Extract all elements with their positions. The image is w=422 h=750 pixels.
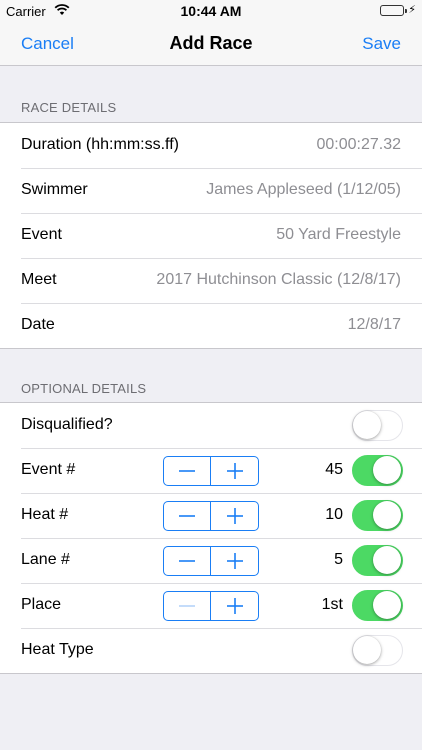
swimmer-label: Swimmer <box>21 181 88 198</box>
heat-number-increment-button[interactable] <box>211 502 258 530</box>
minus-icon <box>179 560 195 562</box>
duration-value: 00:00:27.32 <box>316 136 401 153</box>
lane-number-stepper <box>163 546 259 576</box>
disqualified-label: Disqualified? <box>21 416 113 433</box>
place-switch[interactable] <box>352 590 403 621</box>
event-number-switch[interactable] <box>352 455 403 486</box>
event-number-row: Event # 45 <box>0 448 422 493</box>
plus-icon <box>226 508 243 524</box>
navigation-bar: Cancel Add Race Save <box>0 22 422 66</box>
disqualified-switch[interactable] <box>352 410 403 441</box>
lane-number-decrement-button[interactable] <box>164 547 211 575</box>
event-number-label: Event # <box>21 461 76 478</box>
heat-number-switch[interactable] <box>352 500 403 531</box>
battery-icon <box>380 5 407 16</box>
race-details-header: RACE DETAILS <box>21 100 117 115</box>
heat-type-row: Heat Type <box>0 628 422 673</box>
save-button[interactable]: Save <box>362 34 401 54</box>
place-label: Place <box>21 596 62 613</box>
plus-icon <box>226 463 243 479</box>
switch-knob <box>373 546 401 574</box>
duration-row[interactable]: Duration (hh:mm:ss.ff) 00:00:27.32 <box>0 123 422 168</box>
plus-icon <box>226 598 243 614</box>
duration-label: Duration (hh:mm:ss.ff) <box>21 136 179 153</box>
lane-number-row: Lane # 5 <box>0 538 422 583</box>
place-row: Place 1st <box>0 583 422 628</box>
disqualified-row: Disqualified? <box>0 403 422 448</box>
plus-icon <box>226 553 243 569</box>
place-decrement-button[interactable] <box>164 592 211 620</box>
heat-type-label: Heat Type <box>21 641 94 658</box>
date-row[interactable]: Date 12/8/17 <box>0 303 422 348</box>
date-value: 12/8/17 <box>347 316 401 333</box>
meet-row[interactable]: Meet 2017 Hutchinson Classic (12/8/17) <box>0 258 422 303</box>
minus-icon <box>179 605 195 607</box>
heat-type-switch[interactable] <box>352 635 403 666</box>
place-value: 1st <box>321 596 343 613</box>
event-number-stepper <box>163 456 259 486</box>
swimmer-row[interactable]: Swimmer James Appleseed (1/12/05) <box>0 168 422 213</box>
lane-number-increment-button[interactable] <box>211 547 258 575</box>
event-number-increment-button[interactable] <box>211 457 258 485</box>
event-row[interactable]: Event 50 Yard Freestyle <box>0 213 422 258</box>
heat-number-row: Heat # 10 <box>0 493 422 538</box>
switch-knob <box>373 591 401 619</box>
race-details-group: Duration (hh:mm:ss.ff) 00:00:27.32 Swimm… <box>0 122 422 349</box>
switch-knob <box>373 501 401 529</box>
heat-number-value: 10 <box>325 506 343 523</box>
event-number-decrement-button[interactable] <box>164 457 211 485</box>
lane-number-value: 5 <box>334 551 343 568</box>
switch-knob <box>373 456 401 484</box>
place-increment-button[interactable] <box>211 592 258 620</box>
swimmer-value: James Appleseed (1/12/05) <box>206 181 401 198</box>
heat-number-label: Heat # <box>21 506 69 523</box>
status-time: 10:44 AM <box>180 3 242 19</box>
switch-knob <box>353 411 381 439</box>
lane-number-label: Lane # <box>21 551 70 568</box>
minus-icon <box>179 515 195 517</box>
event-label: Event <box>21 226 62 243</box>
optional-details-header: OPTIONAL DETAILS <box>21 381 147 396</box>
heat-number-decrement-button[interactable] <box>164 502 211 530</box>
optional-details-group: Disqualified? Event # 45 Heat # 10 Lane … <box>0 402 422 674</box>
status-bar: Carrier 10:44 AM ⚡ <box>0 0 422 22</box>
charging-icon: ⚡ <box>408 4 416 16</box>
minus-icon <box>179 470 195 472</box>
heat-number-stepper <box>163 501 259 531</box>
meet-value: 2017 Hutchinson Classic (12/8/17) <box>156 271 401 288</box>
date-label: Date <box>21 316 55 333</box>
meet-label: Meet <box>21 271 57 288</box>
switch-knob <box>353 636 381 664</box>
event-value: 50 Yard Freestyle <box>276 226 401 243</box>
lane-number-switch[interactable] <box>352 545 403 576</box>
event-number-value: 45 <box>325 461 343 478</box>
place-stepper <box>163 591 259 621</box>
page-title: Add Race <box>169 33 253 53</box>
